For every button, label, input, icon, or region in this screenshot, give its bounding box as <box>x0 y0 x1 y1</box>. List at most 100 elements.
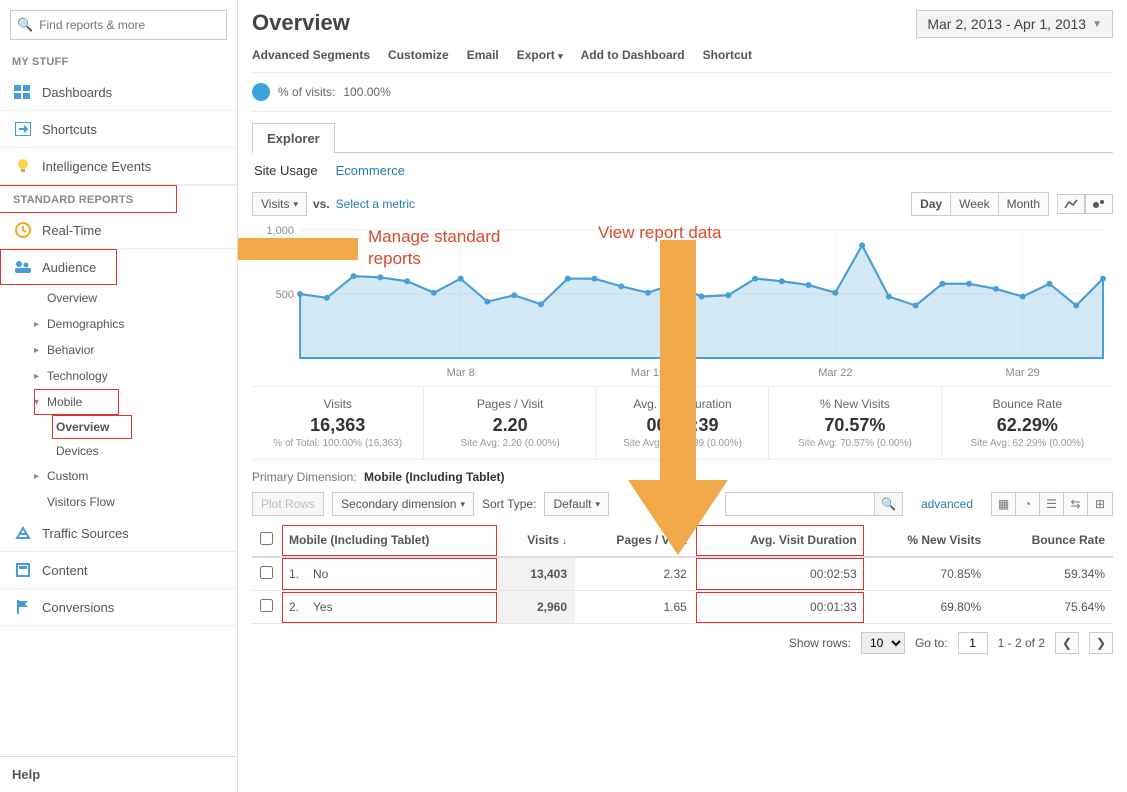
svg-text:Mar 8: Mar 8 <box>447 367 475 379</box>
sidebar-item-realtime[interactable]: Real-Time <box>0 212 237 249</box>
advanced-link[interactable]: advanced <box>921 497 973 511</box>
time-month[interactable]: Month <box>999 192 1049 216</box>
toolbar-add-dashboard[interactable]: Add to Dashboard <box>581 48 685 62</box>
col-dimension[interactable]: Mobile (Including Tablet) <box>281 524 498 557</box>
sidebar-item-label: Overview <box>47 291 97 305</box>
data-table: Mobile (Including Tablet)Visits↓Pages / … <box>252 524 1113 624</box>
table-view-toggles: ▦ ◔ ☰ ⇆ ⊞ <box>991 492 1113 516</box>
chart-linechart-icon[interactable] <box>1057 194 1085 214</box>
plot-rows-button: Plot Rows <box>252 492 324 516</box>
mobile-overview[interactable]: Overview <box>52 415 132 439</box>
sort-type-dropdown[interactable]: Default ▾ <box>544 492 609 516</box>
scorecard-label: % New Visits <box>775 397 934 411</box>
toolbar-export[interactable]: Export ▾ <box>517 48 563 62</box>
sidebar-help[interactable]: Help <box>0 756 237 792</box>
view-pivot-icon[interactable]: ⊞ <box>1088 493 1112 515</box>
toolbar-advanced-segments[interactable]: Advanced Segments <box>252 48 370 62</box>
sidebar-item-shortcuts[interactable]: Shortcuts <box>0 111 237 148</box>
cell-bounce: 59.34% <box>989 557 1113 591</box>
toolbar-email[interactable]: Email <box>467 48 499 62</box>
col-visits[interactable]: Visits↓ <box>498 524 575 557</box>
sidebar-item-audience[interactable]: Audience <box>0 249 117 285</box>
row-checkbox[interactable] <box>260 599 273 612</box>
svg-text:Mar 22: Mar 22 <box>818 367 852 379</box>
cell-visits: 13,403 <box>498 557 575 591</box>
audience-demographics[interactable]: ▸Demographics <box>34 311 237 337</box>
search-icon: 🔍 <box>17 17 33 33</box>
shortcut-icon <box>12 120 34 138</box>
mobile-devices[interactable]: Devices <box>52 439 237 463</box>
sidebar-item-traffic[interactable]: Traffic Sources <box>0 515 237 552</box>
sidebar-item-intelligence[interactable]: Intelligence Events <box>0 148 237 185</box>
search-reports[interactable]: 🔍 <box>10 10 227 40</box>
next-page-button[interactable]: ❯ <box>1089 632 1113 654</box>
view-data-icon[interactable]: ▦ <box>992 493 1016 515</box>
select-metric-link[interactable]: Select a metric <box>336 197 415 211</box>
show-rows-select[interactable]: 10 <box>861 632 905 654</box>
audience-technology[interactable]: ▸Technology <box>34 363 237 389</box>
scorecard-sub: % of Total: 100.00% (16,363) <box>258 438 417 449</box>
toolbar-shortcut[interactable]: Shortcut <box>703 48 752 62</box>
view-bar-icon[interactable]: ☰ <box>1040 493 1064 515</box>
time-week[interactable]: Week <box>951 192 998 216</box>
svg-text:Mar 15: Mar 15 <box>631 367 665 379</box>
scorecard-value: 70.57% <box>775 415 934 436</box>
time-granularity: Day Week Month <box>911 192 1049 216</box>
sidebar-item-content[interactable]: Content <box>0 552 237 589</box>
chevron-down-icon: ▾ <box>595 499 600 510</box>
audience-overview[interactable]: Overview <box>34 285 237 311</box>
sidebar-item-label: Audience <box>42 260 96 275</box>
audience-behavior[interactable]: ▸Behavior <box>34 337 237 363</box>
col-ppv[interactable]: Pages / Visit <box>575 524 695 557</box>
pct-of-visits: % of visits: 100.00% <box>252 73 1113 112</box>
sidebar-item-label: Traffic Sources <box>42 526 129 541</box>
view-pie-icon[interactable]: ◔ <box>1016 493 1040 515</box>
secondary-dimension-dropdown[interactable]: Secondary dimension ▾ <box>332 492 474 516</box>
scorecard-sub: Site Avg: 62.29% (0.00%) <box>948 438 1107 449</box>
pct-value: 100.00% <box>343 85 390 99</box>
chart-controls: Visits ▾ vs. Select a metric Day Week Mo… <box>252 192 1113 216</box>
tab-explorer[interactable]: Explorer <box>252 123 335 153</box>
date-range-picker[interactable]: Mar 2, 2013 - Apr 1, 2013 ▼ <box>916 10 1113 38</box>
prev-page-button[interactable]: ❮ <box>1055 632 1079 654</box>
row-checkbox[interactable] <box>260 566 273 579</box>
svg-text:500: 500 <box>276 289 294 301</box>
table-row[interactable]: 1.No 13,403 2.32 00:02:53 70.85% 59.34% <box>252 557 1113 591</box>
table-row[interactable]: 2.Yes 2,960 1.65 00:01:33 69.80% 75.64% <box>252 591 1113 624</box>
col-avd[interactable]: Avg. Visit Duration <box>695 524 865 557</box>
main: Overview Mar 2, 2013 - Apr 1, 2013 ▼ Adv… <box>238 0 1127 792</box>
subtab-ecommerce[interactable]: Ecommerce <box>336 163 405 178</box>
primary-dimension: Primary Dimension: Mobile (Including Tab… <box>252 460 1113 488</box>
scorecard: Bounce Rate 62.29% Site Avg: 62.29% (0.0… <box>942 387 1113 459</box>
goto-input[interactable] <box>958 632 988 654</box>
select-all-checkbox[interactable] <box>260 532 273 545</box>
audience-mobile[interactable]: ▾Mobile <box>34 389 119 415</box>
scorecard-sub: Site Avg: 70.57% (0.00%) <box>775 438 934 449</box>
toolbar-customize[interactable]: Customize <box>388 48 449 62</box>
sidebar-item-label: Demographics <box>47 317 124 331</box>
scorecard: Visits 16,363 % of Total: 100.00% (16,36… <box>252 387 424 459</box>
scorecard-label: Avg. Visit Duration <box>603 397 762 411</box>
sidebar-item-label: Intelligence Events <box>42 159 151 174</box>
scorecard-label: Bounce Rate <box>948 397 1107 411</box>
col-newvisits[interactable]: % New Visits <box>865 524 989 557</box>
metric-visits-dropdown[interactable]: Visits ▾ <box>252 192 307 216</box>
search-input[interactable] <box>39 18 220 32</box>
subtab-site-usage[interactable]: Site Usage <box>254 163 318 178</box>
sidebar-item-dashboards[interactable]: Dashboards <box>0 74 237 111</box>
scorecard-value: 16,363 <box>258 415 417 436</box>
audience-custom[interactable]: ▸Custom <box>34 463 237 489</box>
sidebar-item-conversions[interactable]: Conversions <box>0 589 237 626</box>
section-standard-reports: STANDARD REPORTS <box>0 185 177 213</box>
svg-text:1,000: 1,000 <box>267 225 295 237</box>
table-search-button[interactable]: 🔍 <box>875 492 903 516</box>
table-search-input[interactable] <box>725 492 875 516</box>
audience-visitors-flow[interactable]: Visitors Flow <box>34 489 237 515</box>
chart-motion-icon[interactable] <box>1085 194 1113 214</box>
view-comparison-icon[interactable]: ⇆ <box>1064 493 1088 515</box>
table-search: 🔍 <box>725 492 903 516</box>
scorecards: Visits 16,363 % of Total: 100.00% (16,36… <box>252 387 1113 460</box>
col-bounce[interactable]: Bounce Rate <box>989 524 1113 557</box>
time-day[interactable]: Day <box>911 192 951 216</box>
cell-bounce: 75.64% <box>989 591 1113 624</box>
